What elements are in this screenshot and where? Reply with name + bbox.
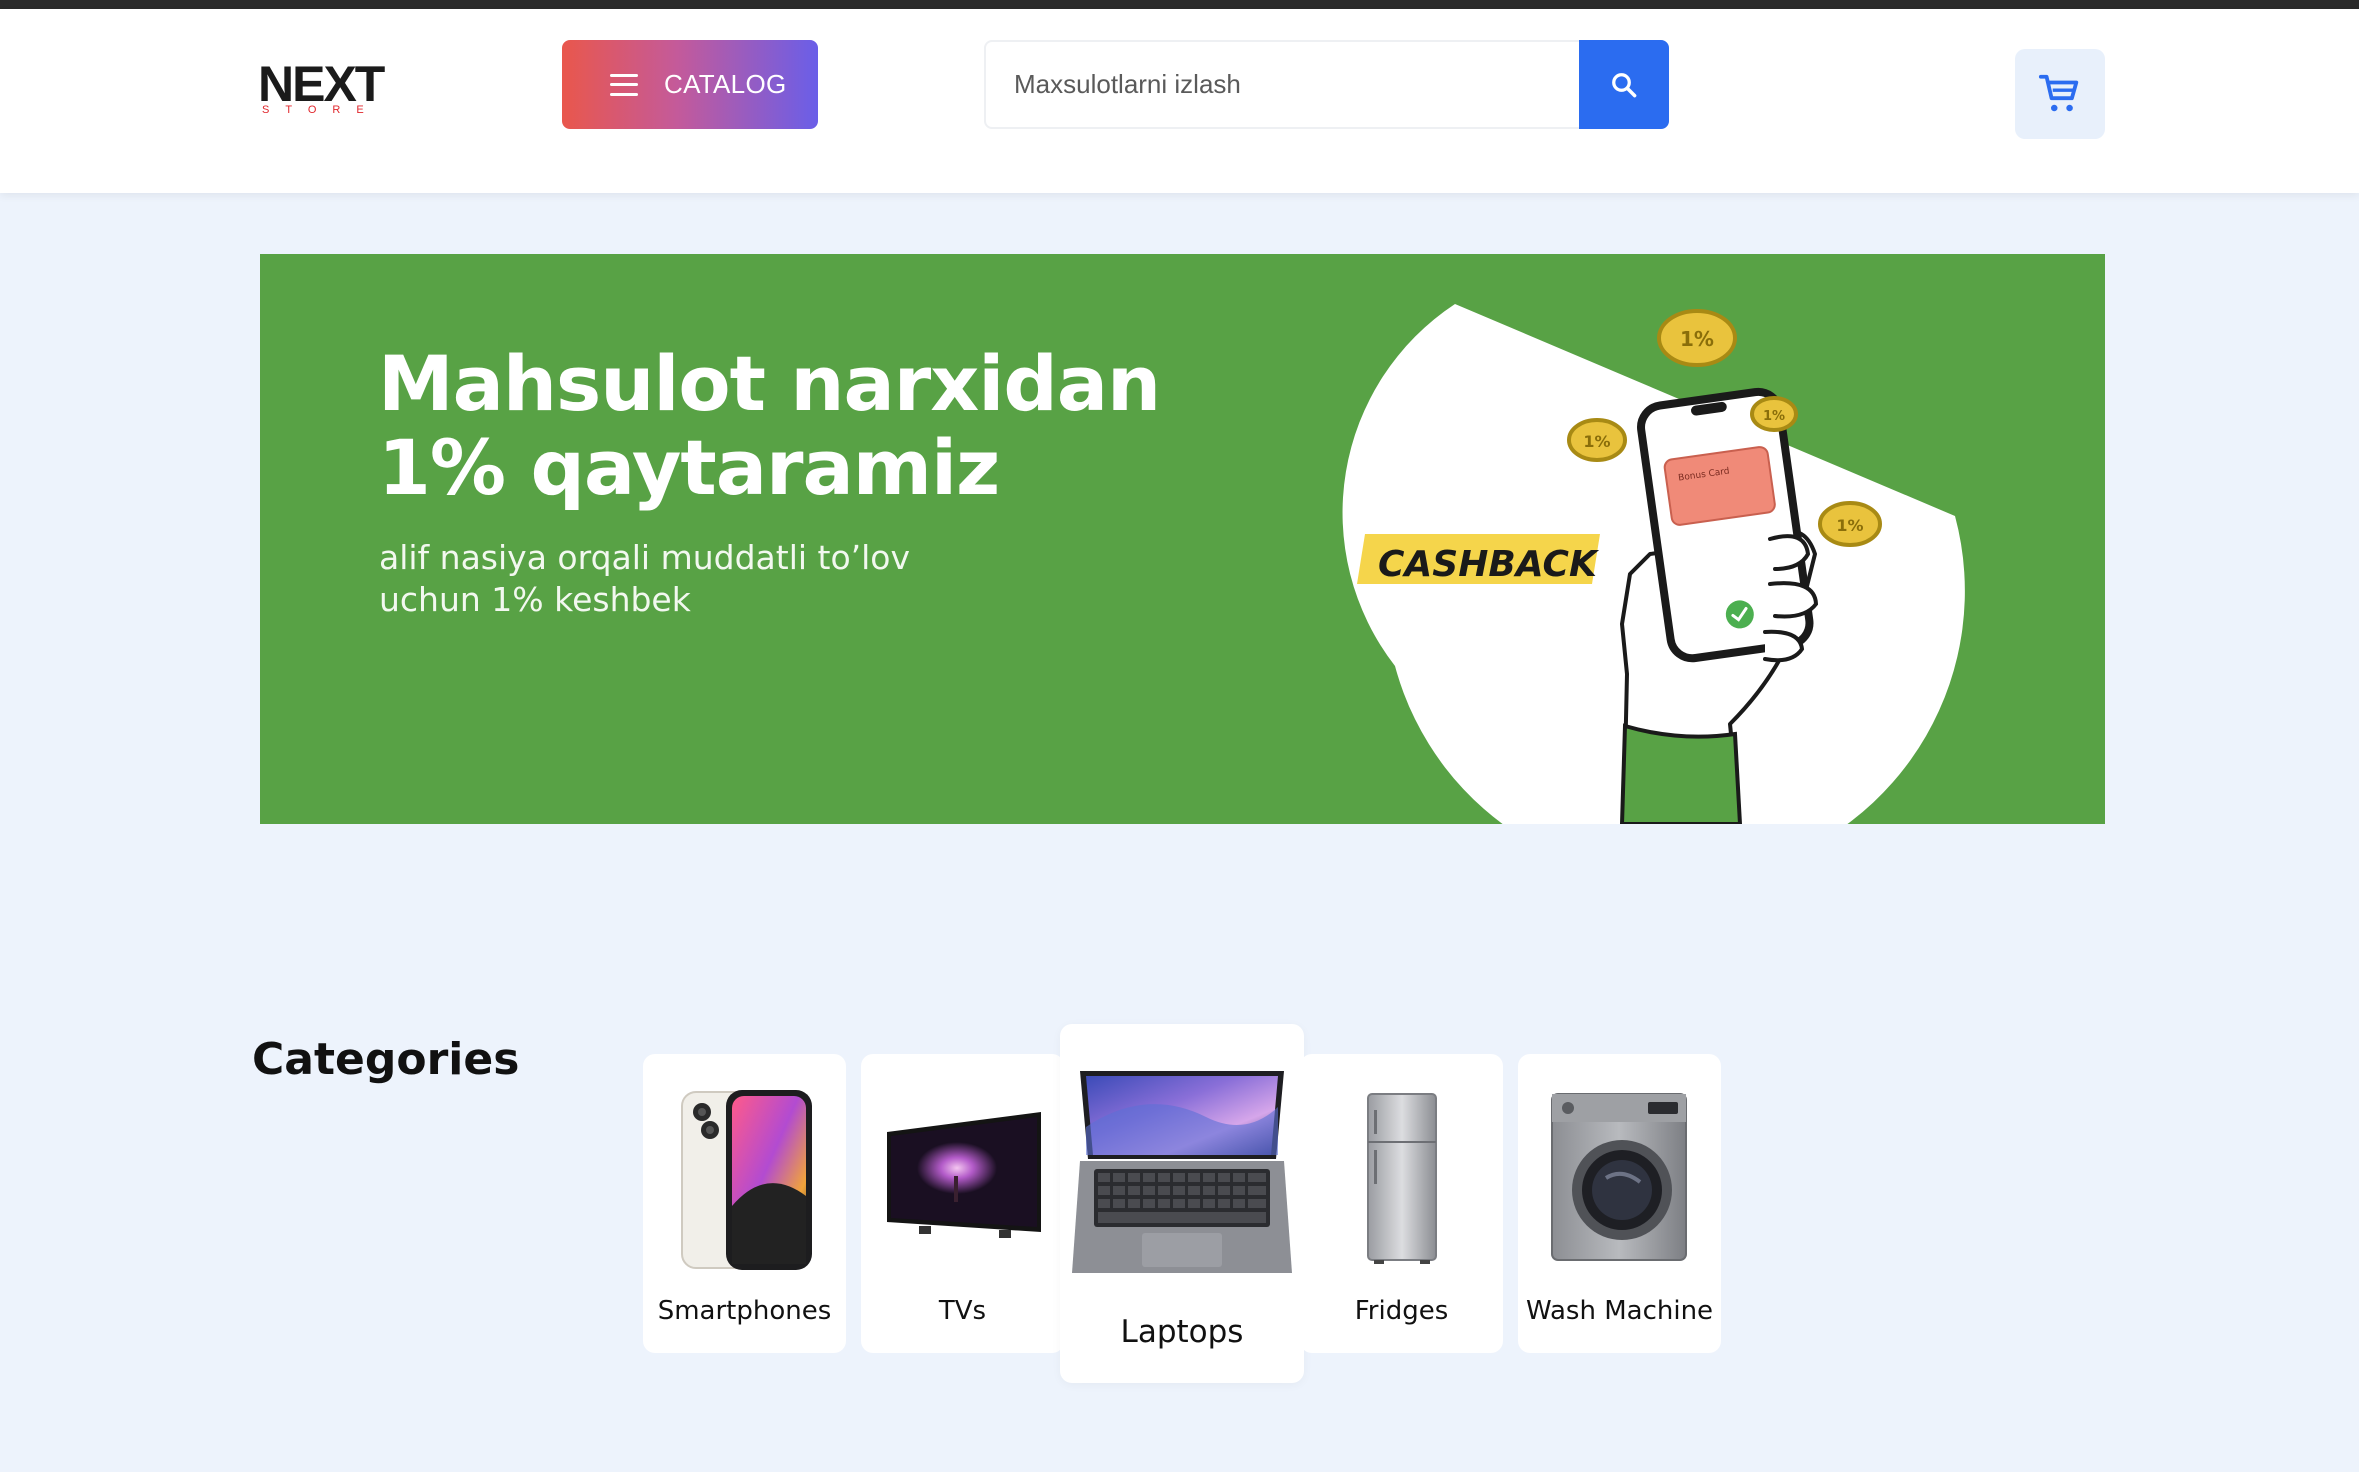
categories-title: Categories — [252, 1033, 520, 1085]
search-icon — [1612, 72, 1637, 97]
category-card-laptops[interactable]: Laptops — [1060, 1024, 1304, 1383]
sleeve — [1619, 723, 1743, 824]
category-label: Laptops — [1120, 1314, 1244, 1350]
phone-illustration: Bonus Card — [1637, 387, 1814, 663]
svg-text:1%: 1% — [1763, 409, 1785, 424]
coin-icon: 1% — [1750, 396, 1798, 432]
coin-icon: 1% — [1657, 309, 1737, 367]
washing-machine-icon — [1551, 1093, 1687, 1261]
category-card-smartphones[interactable]: Smartphones — [643, 1054, 846, 1353]
catalog-button-label: CATALOG — [664, 69, 787, 99]
category-card-wash-machine[interactable]: Wash Machine — [1518, 1054, 1721, 1353]
menu-icon — [610, 73, 638, 96]
fridge-icon — [1367, 1093, 1437, 1264]
category-card-tvs[interactable]: TVs — [861, 1054, 1064, 1353]
top-border — [0, 0, 2359, 9]
category-card-fridges[interactable]: Fridges — [1300, 1054, 1503, 1353]
tv-icon — [887, 1112, 1041, 1238]
svg-text:1%: 1% — [1836, 516, 1863, 535]
promo-banner[interactable]: Mahsulot narxidan 1% qaytaramiz alif nas… — [260, 254, 2105, 824]
cashback-illustration: Bonus Card 1% 1% 1% 1% CASHBACK — [1342, 304, 1965, 824]
svg-text:1%: 1% — [1583, 432, 1610, 451]
search-input[interactable] — [986, 42, 1576, 127]
site-header: NEXT STORE CATALOG — [0, 9, 2359, 193]
coin-icon: 1% — [1567, 418, 1627, 462]
smartphone-icon — [681, 1090, 812, 1270]
category-label: Smartphones — [657, 1296, 832, 1326]
category-label: Wash Machine — [1525, 1296, 1714, 1326]
cart-button[interactable] — [2015, 49, 2105, 139]
cart-icon — [2038, 74, 2079, 112]
category-label: Fridges — [1354, 1296, 1449, 1326]
search-button[interactable] — [1579, 40, 1669, 129]
category-label: TVs — [938, 1296, 987, 1326]
search-box — [984, 40, 1669, 129]
laptop-icon — [1072, 1071, 1292, 1273]
catalog-button[interactable]: CATALOG — [562, 40, 818, 129]
store-logo[interactable]: NEXT STORE — [258, 54, 400, 120]
logo-subtext: STORE — [262, 104, 380, 116]
cashback-badge-label: CASHBACK — [1378, 544, 1600, 585]
svg-text:1%: 1% — [1680, 327, 1714, 351]
coin-icon: 1% — [1818, 501, 1882, 547]
